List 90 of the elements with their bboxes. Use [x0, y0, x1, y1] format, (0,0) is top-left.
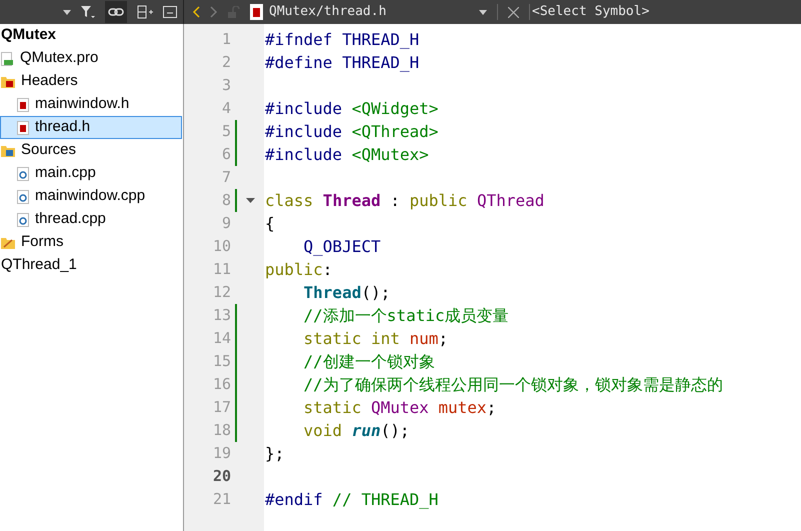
code-token: void: [302, 420, 342, 442]
line-number: 10: [212, 236, 231, 258]
tree-item[interactable]: thread.cpp: [0, 208, 182, 231]
code-token: // THREAD_H: [331, 488, 438, 511]
line-number: 1: [220, 29, 231, 50]
close-icon[interactable]: [508, 6, 519, 18]
code-token: static: [302, 328, 362, 350]
tree-item[interactable]: main.cpp: [0, 162, 182, 185]
line-number: 9: [220, 213, 231, 234]
code-token: QMutex: [370, 396, 429, 418]
line-number: 18: [212, 420, 231, 442]
code-token: QThread: [476, 190, 544, 212]
folder-icon: [1, 76, 15, 88]
panel-icon[interactable]: [163, 6, 177, 18]
code-token: THREAD_H: [341, 52, 420, 74]
header-file-icon: [250, 4, 263, 20]
source-file-icon: [17, 166, 29, 180]
tree-item[interactable]: Headers: [0, 70, 182, 93]
header-file-icon: [17, 98, 29, 112]
code-token: #include: [265, 120, 342, 142]
line-number: 20: [212, 466, 231, 488]
symbol-selector[interactable]: <Select Symbol>: [532, 2, 650, 22]
code-token: Thread: [302, 282, 362, 304]
tree-item[interactable]: QMutex.pro: [0, 47, 182, 70]
code-token: };: [265, 442, 284, 464]
code-token: #include: [265, 98, 342, 120]
line-number: 13: [212, 305, 231, 326]
tree-item[interactable]: mainwindow.cpp: [0, 185, 182, 208]
code-token: ();: [380, 420, 410, 442]
code-token: Thread: [322, 190, 381, 212]
code-token: #include: [265, 144, 342, 166]
tree-item[interactable]: Forms: [0, 231, 182, 254]
line-number: 3: [220, 75, 231, 96]
line-number: 17: [212, 397, 231, 418]
folder-icon: [1, 144, 15, 156]
code-token: #endif: [265, 488, 323, 510]
tree-item[interactable]: QThread_1: [0, 254, 182, 277]
code-token: <QWidget>: [350, 98, 438, 120]
line-number: 4: [220, 98, 231, 120]
code-token: public: [408, 190, 468, 212]
code-token: :: [389, 190, 400, 212]
code-token: :: [322, 258, 332, 280]
tree-item[interactable]: QMutex: [0, 24, 182, 47]
code-token: #ifndef: [265, 28, 332, 50]
tree-item[interactable]: Sources: [0, 139, 182, 162]
link-icon[interactable]: [105, 1, 127, 23]
line-number: 6: [220, 144, 231, 166]
caret-icon[interactable]: [479, 10, 487, 14]
line-number: 11: [212, 259, 231, 280]
source-file-icon: [17, 212, 29, 226]
line-number: 21: [212, 489, 231, 510]
file-path: QMutex/thread.h: [269, 3, 388, 22]
code-token: #define: [265, 52, 332, 74]
code-token: static: [302, 396, 362, 418]
filter-icon[interactable]: [81, 6, 95, 18]
line-number: 19: [212, 443, 231, 464]
line-number: 2: [220, 52, 231, 74]
folder-icon: [1, 236, 15, 248]
code-token: int: [370, 328, 400, 350]
fold-icon[interactable]: [246, 198, 255, 203]
code-token: num: [408, 328, 438, 350]
code-token: {: [265, 212, 275, 234]
line-number: 16: [212, 374, 231, 396]
tree-item[interactable]: mainwindow.h: [0, 93, 182, 116]
code-token: public: [265, 258, 323, 280]
line-number: 7: [220, 167, 231, 188]
code-token: //为了确保两个线程公用同一个锁对象，锁对象需是静态的: [302, 374, 723, 396]
code-token: class: [265, 190, 314, 212]
back-icon[interactable]: [192, 6, 200, 18]
tree-item[interactable]: thread.h: [0, 116, 182, 139]
code-token: <QMutex>: [350, 144, 429, 166]
split-icon[interactable]: [137, 5, 153, 19]
code-token: THREAD_H: [341, 28, 420, 51]
line-number: 8: [220, 190, 231, 212]
code-token: Q_OBJECT: [302, 236, 381, 258]
code-token: mutex: [437, 396, 487, 418]
line-number: 12: [212, 282, 231, 304]
header-file-icon: [17, 120, 29, 134]
code-token: //创建一个锁对象: [302, 350, 435, 372]
source-file-icon: [17, 190, 29, 204]
line-number: 14: [212, 328, 231, 350]
code-token: <QThread>: [350, 120, 438, 142]
code-token: ;: [486, 396, 496, 418]
code-token: ();: [361, 282, 390, 304]
line-number: 5: [220, 121, 231, 142]
code-token: run: [350, 420, 381, 442]
caret-icon[interactable]: [63, 10, 71, 14]
code-token: ;: [438, 328, 448, 350]
code-token: //添加一个static成员变量: [302, 304, 509, 326]
line-number: 15: [212, 351, 231, 372]
